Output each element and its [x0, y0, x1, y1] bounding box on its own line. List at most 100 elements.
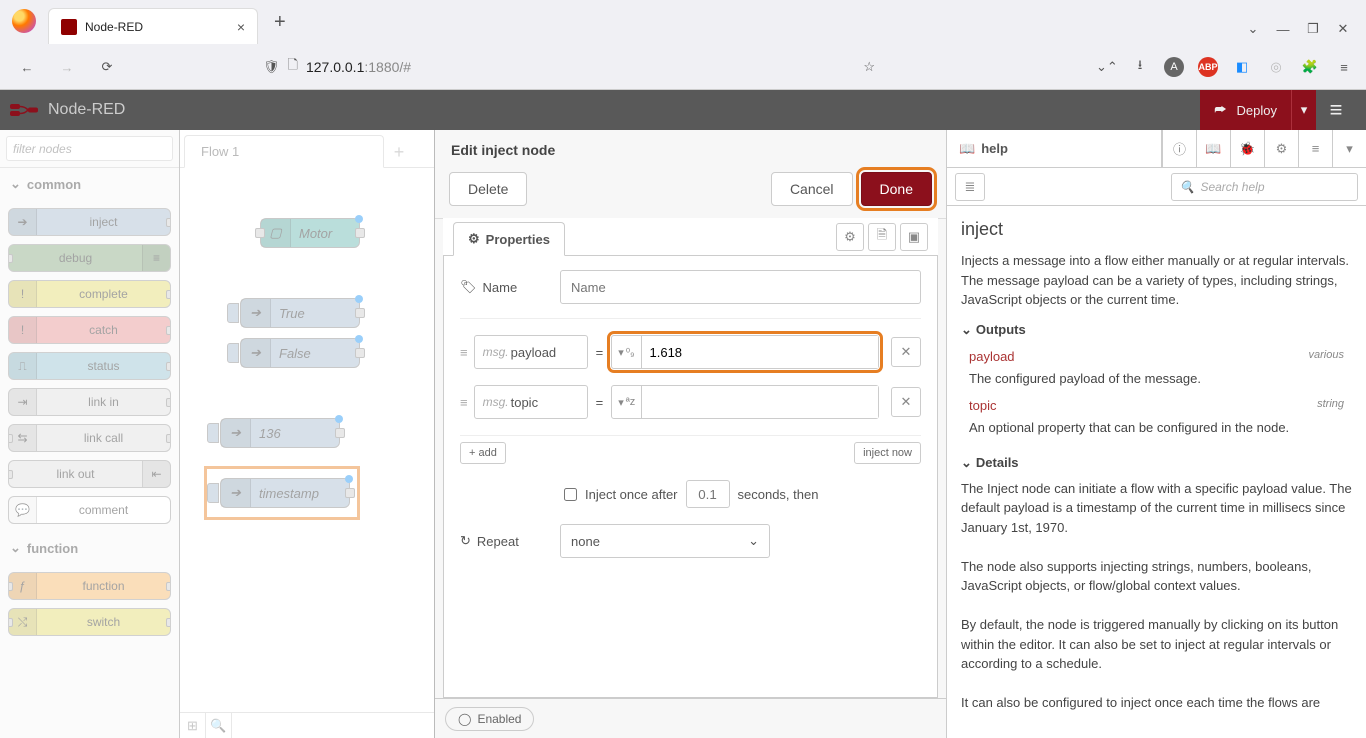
window-restore-icon[interactable]: ❐ — [1298, 14, 1328, 44]
url-box[interactable]: 🛡 🗋 127.0.0.1:1880/# ☆ — [252, 51, 886, 83]
palette-node-function[interactable]: ƒfunction — [8, 572, 171, 600]
canvas-node-true[interactable]: ➔True — [240, 298, 360, 328]
inject-icon: ➔ — [9, 209, 37, 235]
enabled-toggle[interactable]: ◯Enabled — [445, 707, 534, 731]
palette-category-function[interactable]: ⌄function — [0, 532, 179, 564]
tab-appearance-icon[interactable]: ▣ — [900, 223, 928, 251]
ext1-icon[interactable]: ◧ — [1232, 59, 1252, 75]
dropdown-icon[interactable]: ▾ — [1332, 130, 1366, 167]
help-title: inject — [961, 216, 1352, 243]
sidebar-tabs: 📖help ⓘ 📖 🐞 ⚙ ≡ ▾ — [947, 130, 1366, 168]
ext2-icon[interactable]: ◎ — [1266, 59, 1286, 75]
palette-node-comment[interactable]: 💬comment — [8, 496, 171, 524]
palette-category-common[interactable]: ⌄common — [0, 168, 179, 200]
link-out-icon: ⇤ — [142, 461, 170, 487]
context-icon[interactable]: ≡ — [1298, 130, 1332, 167]
browser-tab[interactable]: Node-RED × — [48, 8, 258, 44]
inject-icon: ➔ — [221, 479, 251, 507]
palette-node-link-call[interactable]: ⇆link call — [8, 424, 171, 452]
type-selector[interactable]: ▾ ⁰₉ — [612, 336, 641, 368]
palette-filter-input[interactable] — [6, 136, 173, 161]
app-menu-icon[interactable]: ≡ — [1334, 60, 1354, 75]
back-button[interactable]: ← — [12, 52, 42, 82]
tab-properties[interactable]: ⚙Properties — [453, 222, 565, 256]
footer-search-icon[interactable]: 🔍 — [206, 713, 232, 738]
help-search-input[interactable]: 🔍Search help — [1171, 173, 1359, 201]
cancel-button[interactable]: Cancel — [771, 172, 853, 206]
canvas-node-false[interactable]: ➔False — [240, 338, 360, 368]
deploy-button[interactable]: ⮫ Deploy — [1200, 90, 1292, 130]
abp-icon[interactable]: ABP — [1198, 57, 1218, 77]
deploy-dropdown[interactable]: ▾ — [1292, 90, 1316, 130]
delete-row-button[interactable]: ✕ — [891, 387, 921, 417]
toc-icon[interactable]: ≣ — [955, 173, 985, 201]
outputs-heading[interactable]: ⌄Outputs — [961, 320, 1352, 340]
inject-now-button[interactable]: inject now — [854, 442, 921, 464]
gear-icon: ⚙ — [468, 231, 480, 247]
palette-node-catch[interactable]: !catch — [8, 316, 171, 344]
type-selector[interactable]: ▾ ªz — [612, 386, 642, 418]
done-button[interactable]: Done — [861, 172, 932, 206]
account-icon[interactable]: A — [1164, 57, 1184, 77]
debug-icon[interactable]: 🐞 — [1230, 130, 1264, 167]
output-topic: topicstring — [961, 394, 1352, 418]
canvas-node-136[interactable]: ➔136 — [220, 418, 340, 448]
sidebar-toolbar: ≣ 🔍Search help — [947, 168, 1366, 206]
switch-icon: ⤭ — [9, 609, 37, 635]
canvas-node-motor[interactable]: ▢Motor — [260, 218, 360, 248]
msg-property-input[interactable]: msg.payload — [474, 335, 588, 369]
inject-once-checkbox[interactable] — [564, 488, 577, 501]
palette-node-inject[interactable]: ➔inject — [8, 208, 171, 236]
main-menu-icon[interactable]: ≡ — [1316, 90, 1356, 130]
tab-env-icon[interactable]: ⚙ — [836, 223, 864, 251]
inject-once-seconds-input[interactable] — [686, 480, 730, 508]
repeat-row: ↻Repeat none⌄ — [460, 524, 921, 558]
output-payload-desc: The configured payload of the message. — [961, 369, 1352, 395]
drag-handle-icon[interactable]: ≡ — [460, 395, 468, 410]
footer-nav-icon[interactable]: ⊞ — [180, 713, 206, 738]
help-icon[interactable]: 📖 — [1196, 130, 1230, 167]
drag-handle-icon[interactable]: ≡ — [460, 345, 468, 360]
name-input[interactable] — [560, 270, 921, 304]
typed-input-topic[interactable]: ▾ ªz — [611, 385, 879, 419]
reload-button[interactable]: ⟳ — [92, 52, 122, 82]
inject-icon: ➔ — [221, 419, 251, 447]
delete-row-button[interactable]: ✕ — [891, 337, 921, 367]
catch-icon: ! — [9, 317, 37, 343]
delete-button[interactable]: Delete — [449, 172, 527, 206]
tab-desc-icon[interactable]: 🗎 — [868, 223, 896, 251]
window-minimize-icon[interactable]: — — [1268, 14, 1298, 44]
chevron-down-icon: ⌄ — [961, 320, 972, 340]
palette-node-complete[interactable]: !complete — [8, 280, 171, 308]
close-tab-icon[interactable]: × — [237, 19, 245, 35]
palette-node-switch[interactable]: ⤭switch — [8, 608, 171, 636]
info-icon[interactable]: ⓘ — [1162, 130, 1196, 167]
repeat-select[interactable]: none⌄ — [560, 524, 770, 558]
bookmark-star-icon[interactable]: ☆ — [863, 59, 875, 75]
topic-value-input[interactable] — [642, 386, 878, 418]
sidebar-tab-help[interactable]: 📖help — [947, 130, 1162, 167]
typed-input-payload[interactable]: ▾ ⁰₉ — [611, 335, 879, 369]
downloads-icon[interactable]: ⭳ — [1130, 56, 1150, 78]
msg-property-input[interactable]: msg.topic — [474, 385, 588, 419]
new-tab-button[interactable]: + — [266, 7, 294, 38]
add-flow-button[interactable]: + — [384, 137, 414, 167]
config-icon[interactable]: ⚙ — [1264, 130, 1298, 167]
palette-node-debug[interactable]: debug≡ — [8, 244, 171, 272]
palette-node-status[interactable]: ⎍status — [8, 352, 171, 380]
tabs-dropdown-icon[interactable]: ⌄ — [1238, 14, 1268, 44]
extensions-icon[interactable]: 🧩 — [1300, 59, 1320, 75]
payload-value-input[interactable] — [642, 336, 879, 368]
pocket-icon[interactable]: ⌄⌃ — [1096, 59, 1116, 75]
palette-node-link-in[interactable]: ⇥link in — [8, 388, 171, 416]
canvas-node-timestamp[interactable]: ➔timestamp — [220, 478, 350, 508]
sidebar: 📖help ⓘ 📖 🐞 ⚙ ≡ ▾ ≣ 🔍Search help inject … — [946, 130, 1366, 738]
details-heading[interactable]: ⌄Details — [961, 453, 1352, 473]
flow-tab[interactable]: Flow 1 — [184, 135, 384, 168]
window-close-icon[interactable]: ✕ — [1328, 14, 1358, 44]
palette-list-function: ƒfunction ⤭switch — [0, 564, 179, 644]
add-row-button[interactable]: + add — [460, 442, 506, 464]
flow-canvas[interactable]: ▢Motor ➔True ➔False ➔136 ➔timestamp — [180, 168, 434, 712]
lock-icon: 🗋 — [288, 56, 298, 78]
palette-node-link-out[interactable]: link out⇤ — [8, 460, 171, 488]
